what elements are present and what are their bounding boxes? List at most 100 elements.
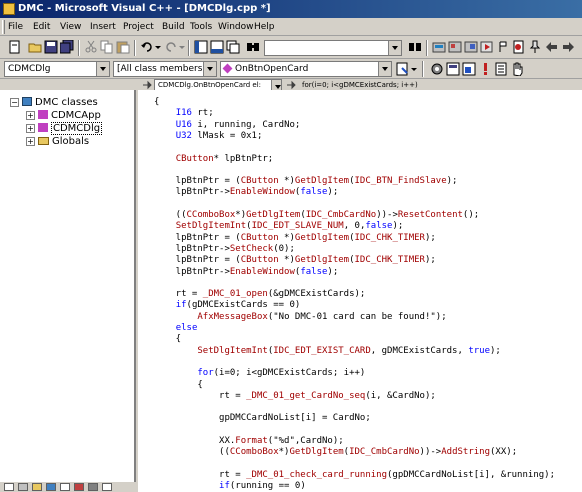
code-line[interactable]: rt = _DMC_01_check_card_running(gpDMCCar…	[154, 469, 555, 481]
code-line[interactable]: rt = _DMC_01_get_CardNo_seq(i, &CardNo);	[154, 390, 436, 402]
code-line[interactable]: CButton* lpBtnPtr;	[154, 153, 274, 165]
tree-item-globals[interactable]: Globals	[38, 135, 89, 148]
undo-icon[interactable]	[140, 40, 154, 54]
code-line[interactable]: lpBtnPtr = (CButton *)GetDlgItem(IDC_BTN…	[154, 175, 458, 187]
class-wizard-icon[interactable]	[430, 62, 444, 76]
member-combo[interactable]: OnBtnOpenCard	[220, 61, 392, 77]
save-icon[interactable]	[44, 40, 58, 54]
expand-icon[interactable]: +	[26, 137, 35, 146]
code-line[interactable]: rt = _DMC_01_open(&gDMCExistCards);	[154, 288, 366, 300]
code-line[interactable]: else	[154, 322, 198, 334]
tab-extra-icon[interactable]	[88, 483, 98, 491]
exclamation-icon[interactable]	[478, 62, 492, 76]
code-line[interactable]: lpBtnPtr->EnableWindow(false);	[154, 266, 339, 278]
compile-icon[interactable]	[432, 40, 446, 54]
code-line[interactable]: SetDlgItemInt(IDC_EDT_EXIST_CARD, gDMCEx…	[154, 345, 501, 357]
code-line[interactable]: lpBtnPtr->EnableWindow(false);	[154, 186, 339, 198]
code-line[interactable]: XX.Format("%d",CardNo);	[154, 435, 344, 447]
menu-insert[interactable]: Insert	[90, 18, 116, 36]
code-line[interactable]: if(running == 0)	[154, 480, 306, 492]
toolbar-separator	[188, 40, 190, 56]
code-editor[interactable]: { I16 rt; U16 i, running, CardNo; U32 lM…	[138, 90, 582, 492]
code-line[interactable]: {	[154, 333, 181, 345]
code-line[interactable]: I16 rt;	[154, 107, 214, 119]
paste-icon[interactable]	[116, 40, 130, 54]
output-icon[interactable]	[210, 40, 224, 54]
class-combo[interactable]: CDMCDlg	[4, 61, 110, 77]
arrow-right-icon[interactable]	[562, 40, 576, 54]
new-file-icon[interactable]	[8, 40, 22, 54]
tab-data-icon[interactable]	[46, 483, 56, 491]
classes-icon	[22, 97, 32, 106]
tab-fileview-icon[interactable]	[32, 483, 42, 491]
collapse-icon[interactable]: −	[10, 98, 19, 107]
menu-bar: File Edit View Insert Project Build Tool…	[0, 18, 582, 36]
cut-icon[interactable]	[84, 40, 98, 54]
find-in-files-icon[interactable]	[246, 40, 260, 54]
redo-dropdown-icon[interactable]	[178, 40, 186, 54]
chevron-down-icon[interactable]	[378, 62, 391, 76]
expand-icon[interactable]: +	[26, 111, 35, 120]
undo-dropdown-icon[interactable]	[154, 40, 162, 54]
wizard-action-dropdown-icon[interactable]	[410, 62, 418, 76]
tree-item-cdmcdlg[interactable]: CDMCDlg	[38, 122, 103, 135]
resource-icon[interactable]	[446, 62, 460, 76]
tab-resourceview-icon[interactable]	[18, 483, 28, 491]
code-line[interactable]: for(i=0; i<gDMCExistCards; i++)	[154, 367, 365, 379]
tab-info-icon[interactable]	[60, 483, 70, 491]
execute-icon[interactable]	[480, 40, 494, 54]
code-line[interactable]: if(gDMCExistCards == 0)	[154, 299, 301, 311]
copy-icon[interactable]	[100, 40, 114, 54]
tab-classview-icon[interactable]	[4, 483, 14, 491]
go-icon[interactable]	[496, 40, 510, 54]
chevron-down-icon[interactable]	[388, 41, 401, 55]
code-line[interactable]: lpBtnPtr = (CButton *)GetDlgItem(IDC_CHK…	[154, 254, 436, 266]
tree-root[interactable]: DMC classes	[22, 96, 98, 109]
pushpin-icon[interactable]	[528, 40, 542, 54]
menu-view[interactable]: View	[60, 18, 81, 36]
expand-icon[interactable]: +	[26, 124, 35, 133]
code-line[interactable]: U16 i, running, CardNo;	[154, 119, 301, 131]
filter-combo[interactable]: [All class members]	[113, 61, 217, 77]
code-line[interactable]: gpDMCCardNoList[i] = CardNo;	[154, 412, 371, 424]
chevron-down-icon[interactable]	[203, 62, 216, 76]
tree-item-cdmcapp[interactable]: CDMCApp	[38, 109, 101, 122]
code-line[interactable]: {	[154, 96, 159, 108]
find-icon[interactable]	[408, 40, 422, 54]
wizard-action-icon[interactable]	[396, 62, 410, 76]
workspace-icon[interactable]	[194, 40, 208, 54]
code-line[interactable]: SetDlgItemInt(IDC_EDT_SLAVE_NUM, 0,false…	[154, 220, 404, 232]
menu-edit[interactable]: Edit	[33, 18, 50, 36]
insert-breakpoint-icon[interactable]	[512, 40, 526, 54]
code-line[interactable]: AfxMessageBox("No DMC-01 card can be fou…	[154, 311, 446, 323]
build-icon[interactable]	[448, 40, 462, 54]
menu-help[interactable]: Help	[254, 18, 275, 36]
menu-tools[interactable]: Tools	[190, 18, 212, 36]
code-line[interactable]: {	[154, 379, 202, 391]
redo-icon[interactable]	[164, 40, 178, 54]
list-icon[interactable]	[494, 62, 508, 76]
goto-arrow-icon[interactable]	[142, 80, 152, 90]
goto-arrow-icon[interactable]	[286, 80, 296, 90]
stop-build-icon[interactable]	[464, 40, 478, 54]
dialog-editor-icon[interactable]	[462, 62, 476, 76]
code-line[interactable]: U32 lMask = 0x1;	[154, 130, 263, 142]
tab-more-icon[interactable]	[102, 483, 112, 491]
code-line[interactable]: ((CComboBox*)GetDlgItem(IDC_CmbCardNo))-…	[154, 209, 480, 221]
window-list-icon[interactable]	[226, 40, 240, 54]
menu-build[interactable]: Build	[162, 18, 185, 36]
hand-icon[interactable]	[510, 62, 524, 76]
code-line[interactable]: lpBtnPtr->SetCheck(0);	[154, 243, 295, 255]
code-line[interactable]: ((CComboBox*)GetDlgItem(IDC_CmbCardNo))-…	[154, 446, 517, 458]
chevron-down-icon[interactable]	[96, 62, 109, 76]
find-combo[interactable]	[264, 40, 402, 56]
menu-project[interactable]: Project	[123, 18, 154, 36]
tab-debug-icon[interactable]	[74, 483, 84, 491]
code-line[interactable]: lpBtnPtr = (CButton *)GetDlgItem(IDC_CHK…	[154, 232, 436, 244]
app-icon	[3, 3, 15, 15]
open-folder-icon[interactable]	[28, 40, 42, 54]
arrow-left-icon[interactable]	[544, 40, 558, 54]
menu-window[interactable]: Window	[218, 18, 254, 36]
save-all-icon[interactable]	[60, 40, 74, 54]
menu-file[interactable]: File	[8, 18, 23, 36]
